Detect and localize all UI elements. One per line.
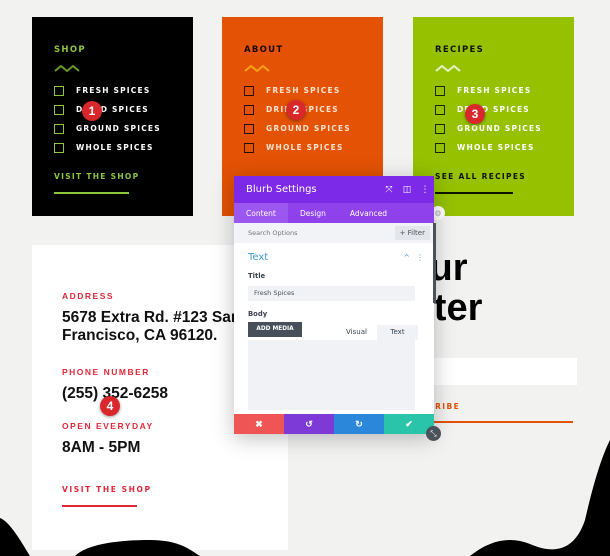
spice-list: FRESH SPICES DRIED SPICES GROUND SPICES … xyxy=(54,81,193,157)
spice-list: FRESH SPICES DRIED SPICES GROUND SPICES … xyxy=(435,81,574,157)
list-item[interactable]: FRESH SPICES xyxy=(54,81,193,100)
card-title: ABOUT xyxy=(244,45,284,55)
spice-list: FRESH SPICES DRIED SPICES GROUND SPICES … xyxy=(244,81,383,157)
checkbox-icon[interactable] xyxy=(54,85,64,96)
tab-design[interactable]: Design xyxy=(288,203,338,223)
zigzag-icon xyxy=(435,64,461,73)
undo-button[interactable]: ↺ xyxy=(284,414,334,434)
checkbox-icon[interactable] xyxy=(244,123,254,134)
modal-title: Blurb Settings xyxy=(246,184,317,195)
visit-shop-link[interactable]: VISIT THE SHOP xyxy=(54,172,139,181)
link-underline xyxy=(54,192,129,194)
resize-handle-icon[interactable]: ⤡ xyxy=(426,426,441,441)
checkbox-icon[interactable] xyxy=(54,123,64,134)
checkbox-icon[interactable] xyxy=(244,142,254,153)
zigzag-icon xyxy=(244,64,270,73)
recipes-card: RECIPES FRESH SPICES DRIED SPICES GROUND… xyxy=(413,17,574,216)
list-item[interactable]: GROUND SPICES xyxy=(244,119,383,138)
search-bar: + Filter xyxy=(234,223,434,243)
search-options-input[interactable] xyxy=(248,229,395,237)
list-item[interactable]: GROUND SPICES xyxy=(435,119,574,138)
checkbox-icon[interactable] xyxy=(435,104,445,115)
close-button[interactable]: ✖ xyxy=(234,414,284,434)
redo-button[interactable]: ↻ xyxy=(334,414,384,434)
add-media-button[interactable]: ADD MEDIA xyxy=(248,321,302,337)
badge-3[interactable]: 3 xyxy=(465,104,485,124)
shop-card: SHOP FRESH SPICES DRIED SPICES GROUND SP… xyxy=(32,17,193,216)
tab-content[interactable]: Content xyxy=(234,203,288,223)
zigzag-icon xyxy=(54,64,80,73)
modal-footer: ✖ ↺ ↻ ✔ xyxy=(234,414,434,434)
card-title: SHOP xyxy=(54,45,86,55)
section-title: Text xyxy=(248,252,269,263)
subscribe-underline xyxy=(432,421,573,423)
checkbox-icon[interactable] xyxy=(244,85,254,96)
modal-header[interactable]: Blurb Settings ⤧ ◫ ⋮ xyxy=(234,176,434,203)
list-item[interactable]: DRIED SPICES xyxy=(54,100,193,119)
list-item[interactable]: FRESH SPICES xyxy=(244,81,383,100)
link-underline xyxy=(435,192,513,194)
tab-advanced[interactable]: Advanced xyxy=(338,203,399,223)
decorative-blob xyxy=(0,440,610,556)
list-item[interactable]: DRIED SPICES xyxy=(244,100,383,119)
blurb-settings-modal: Blurb Settings ⤧ ◫ ⋮ Content Design Adva… xyxy=(234,176,436,434)
newsletter-email-input[interactable] xyxy=(420,358,577,385)
body-textarea[interactable] xyxy=(248,339,415,410)
checkbox-icon[interactable] xyxy=(435,85,445,96)
see-all-recipes-link[interactable]: SEE ALL RECIPES xyxy=(435,172,526,181)
section-more-icon[interactable]: ⋮ xyxy=(416,253,424,262)
more-icon[interactable]: ⋮ xyxy=(416,185,434,195)
editor-tab-visual[interactable]: Visual xyxy=(336,324,377,340)
card-title: RECIPES xyxy=(435,45,485,55)
modal-tabs: Content Design Advanced xyxy=(234,203,434,223)
editor-tab-text[interactable]: Text xyxy=(377,324,418,340)
checkbox-icon[interactable] xyxy=(54,104,64,115)
checkbox-icon[interactable] xyxy=(244,104,254,115)
badge-1[interactable]: 1 xyxy=(82,101,102,121)
sidebar-icon[interactable]: ◫ xyxy=(398,185,416,195)
list-item[interactable]: WHOLE SPICES xyxy=(244,138,383,157)
filter-button[interactable]: + Filter xyxy=(394,226,430,240)
badge-2[interactable]: 2 xyxy=(286,100,306,120)
editor-toolbar: ADD MEDIA Visual Text xyxy=(248,321,418,340)
chevron-up-icon[interactable]: ^ xyxy=(403,253,410,262)
list-item[interactable]: GROUND SPICES xyxy=(54,119,193,138)
list-item[interactable]: DRIED SPICES xyxy=(435,100,574,119)
checkbox-icon[interactable] xyxy=(435,142,445,153)
checkbox-icon[interactable] xyxy=(435,123,445,134)
list-item[interactable]: FRESH SPICES xyxy=(435,81,574,100)
expand-icon[interactable]: ⤧ xyxy=(380,185,398,195)
title-input[interactable] xyxy=(248,285,415,301)
body-label: Body xyxy=(248,309,268,318)
badge-4[interactable]: 4 xyxy=(100,396,120,416)
list-item[interactable]: WHOLE SPICES xyxy=(54,138,193,157)
text-section-header[interactable]: Text ^ ⋮ xyxy=(234,243,434,263)
checkbox-icon[interactable] xyxy=(54,142,64,153)
list-item[interactable]: WHOLE SPICES xyxy=(435,138,574,157)
modal-scrollbar[interactable] xyxy=(433,223,436,303)
title-label: Title xyxy=(248,272,266,280)
